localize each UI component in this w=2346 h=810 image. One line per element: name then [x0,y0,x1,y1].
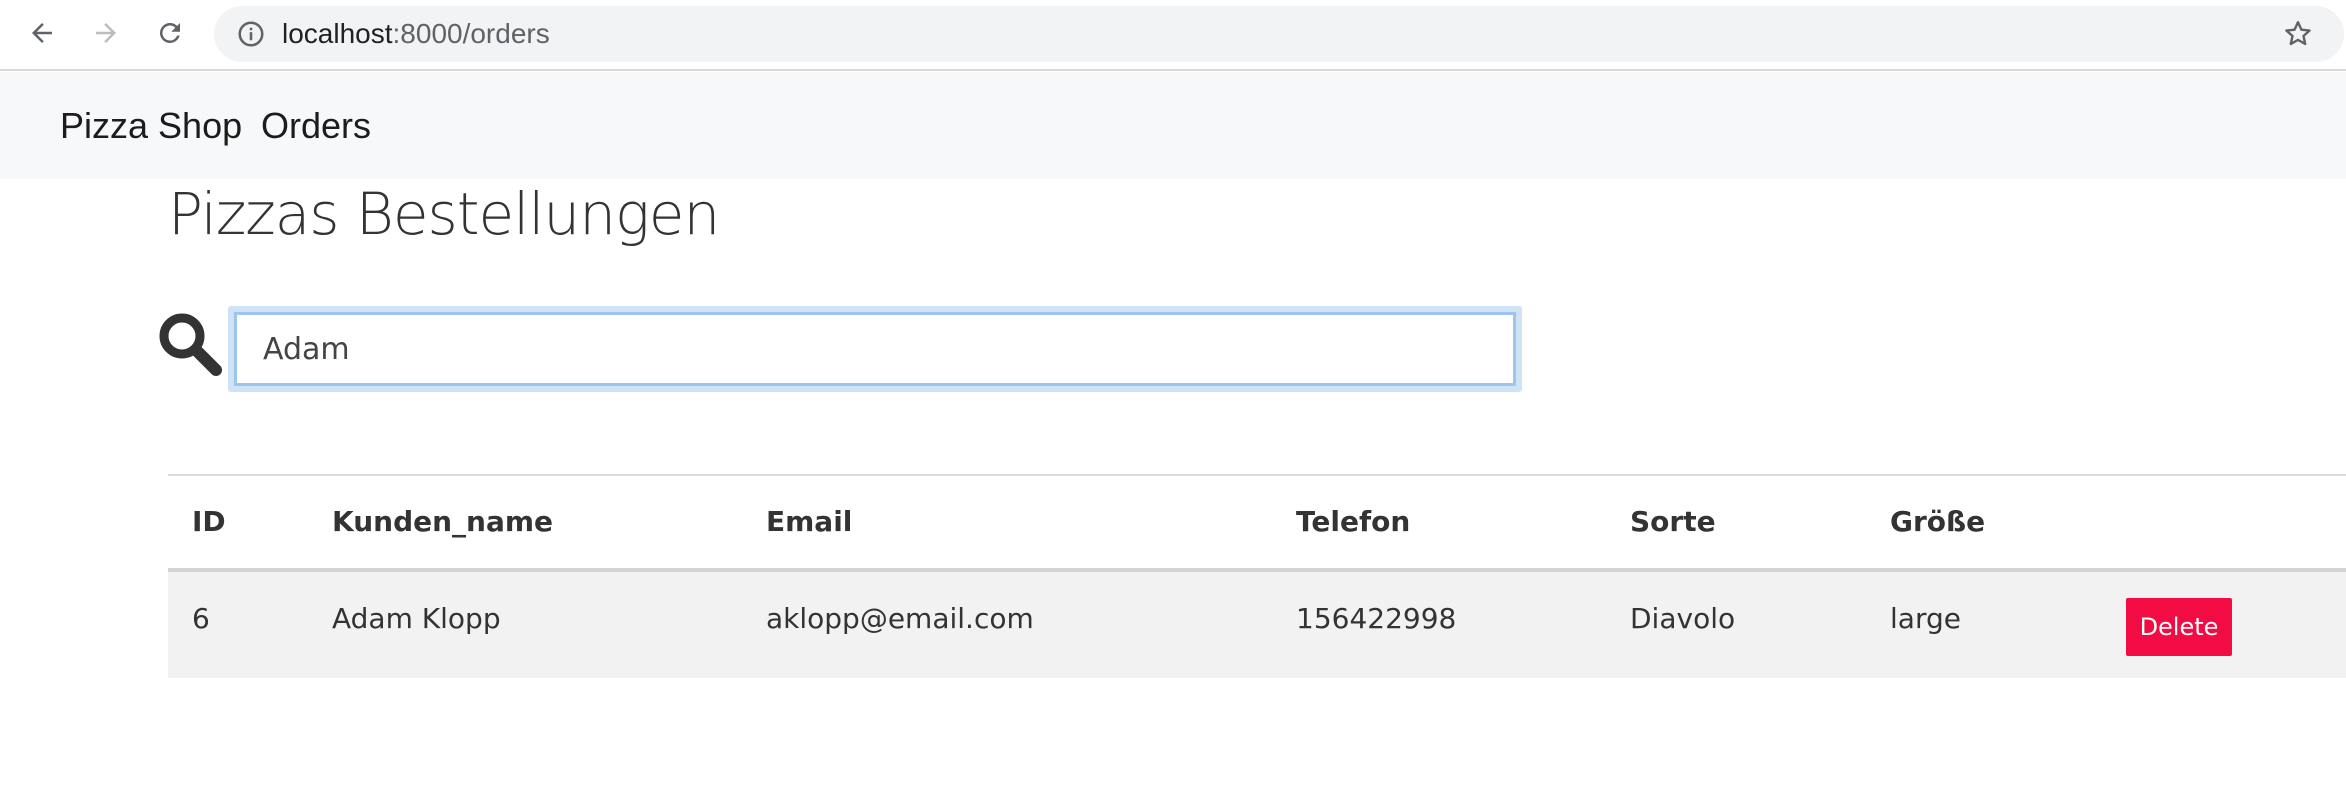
cell-email: aklopp@email.com [766,602,1034,635]
browser-toolbar: localhost:8000/orders [0,0,2346,71]
back-button[interactable] [18,9,66,57]
address-bar[interactable]: localhost:8000/orders [214,6,2344,62]
reload-icon [159,22,180,43]
url-path: :8000/orders [392,18,550,49]
cell-groesse: large [1890,602,1961,635]
header-kunden-name: Kunden_name [332,505,554,538]
cell-telefon: 156422998 [1296,602,1457,635]
info-icon[interactable] [234,17,268,51]
arrow-right-icon [96,23,116,43]
brand-link[interactable]: Pizza Shop [60,72,242,179]
table-header: ID Kunden_name Email Telefon Sorte Größe [168,476,2346,568]
header-sorte: Sorte [1630,505,1716,538]
cell-kunden-name: Adam Klopp [332,602,501,635]
reload-button[interactable] [146,9,194,57]
arrow-left-icon [32,23,52,43]
url-text: localhost:8000/orders [282,6,550,62]
delete-button[interactable]: Delete [2126,598,2232,656]
header-id: ID [192,505,226,538]
search-icon [159,313,222,376]
bookmark-star-icon[interactable] [2278,14,2318,54]
url-host: localhost [282,18,393,49]
header-telefon: Telefon [1296,505,1411,538]
header-email: Email [766,505,853,538]
header-groesse: Größe [1890,505,1986,538]
search-field [228,306,1522,392]
nav-link-orders[interactable]: Orders [261,72,371,179]
search-input[interactable] [234,312,1516,386]
site-navbar: Pizza Shop Orders [0,72,2346,179]
table-row: 6 Adam Klopp aklopp@email.com 156422998 … [168,572,2346,678]
forward-button[interactable] [82,9,130,57]
cell-sorte: Diavolo [1630,602,1736,635]
cell-id: 6 [192,602,210,635]
page-title: Pizzas Bestellungen [168,180,720,248]
